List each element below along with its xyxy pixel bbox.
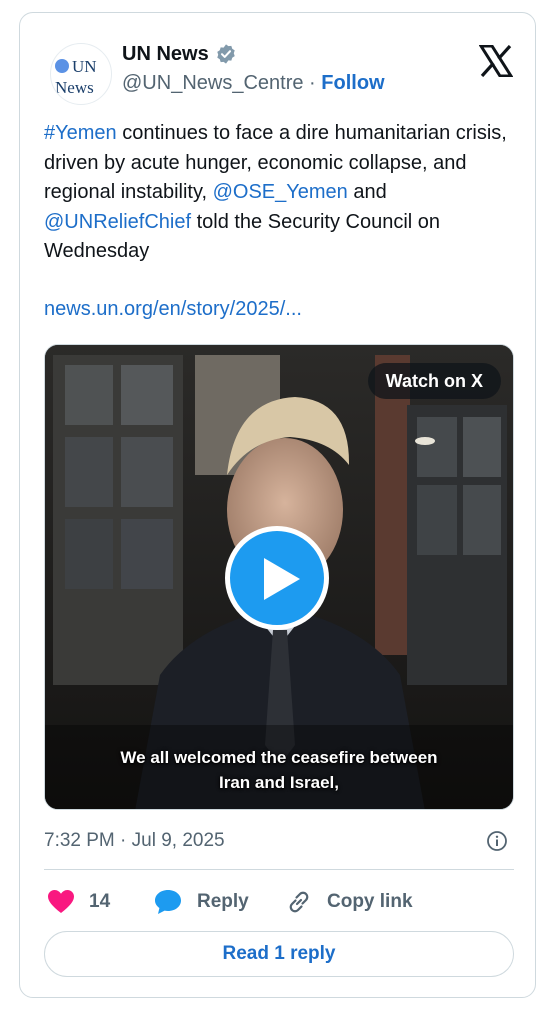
tweet-card: UN News UN News @UN_News_Centre · Follow…	[19, 12, 536, 998]
avatar-text-line2: News	[55, 78, 94, 97]
like-button[interactable]: 14	[47, 885, 110, 919]
video-caption: We all welcomed the ceasefire between Ir…	[45, 745, 513, 795]
mention-link-unreliefchief[interactable]: @UNReliefChief	[44, 211, 191, 233]
heart-icon	[48, 890, 74, 913]
copy-link-button[interactable]: Copy link	[285, 885, 413, 919]
un-logo: UN	[55, 57, 97, 77]
play-button[interactable]	[225, 526, 329, 630]
caption-line2: Iran and Israel,	[219, 773, 339, 792]
play-icon	[264, 558, 300, 600]
globe-icon	[55, 59, 69, 73]
divider	[44, 869, 514, 870]
watch-on-x-button[interactable]: Watch on X	[367, 363, 501, 399]
video-player[interactable]: Watch on X We all welcomed the ceasefire…	[44, 344, 514, 810]
follow-button[interactable]: Follow	[321, 72, 384, 94]
separator: ·	[309, 72, 316, 94]
name-row: UN News	[122, 42, 237, 66]
display-name[interactable]: UN News	[122, 43, 209, 66]
x-logo-icon[interactable]	[479, 45, 513, 77]
hashtag-link[interactable]: #Yemen	[44, 122, 117, 144]
tweet-text: #Yemen continues to face a dire humanita…	[44, 119, 514, 267]
avatar-text-line1: UN	[72, 57, 97, 76]
avatar[interactable]: UN News	[50, 43, 112, 105]
info-icon[interactable]	[486, 830, 508, 852]
handle-row: @UN_News_Centre · Follow	[122, 72, 385, 95]
mention-link-ose-yemen[interactable]: @OSE_Yemen	[213, 181, 348, 203]
like-count: 14	[89, 891, 111, 912]
reply-button[interactable]: Reply	[153, 885, 249, 919]
link-icon	[289, 891, 309, 913]
read-replies-button[interactable]: Read 1 reply	[44, 931, 514, 977]
handle[interactable]: @UN_News_Centre	[122, 72, 303, 94]
tweet-text-part2: and	[347, 181, 387, 203]
verified-badge-icon	[216, 44, 235, 64]
caption-line1: We all welcomed the ceasefire between	[120, 748, 438, 767]
copy-link-label: Copy link	[327, 891, 413, 912]
article-link[interactable]: news.un.org/en/story/2025/...	[44, 298, 302, 321]
reply-bubble-icon	[155, 890, 181, 914]
timestamp[interactable]: 7:32 PM · Jul 9, 2025	[44, 830, 225, 852]
reply-label: Reply	[197, 891, 249, 912]
